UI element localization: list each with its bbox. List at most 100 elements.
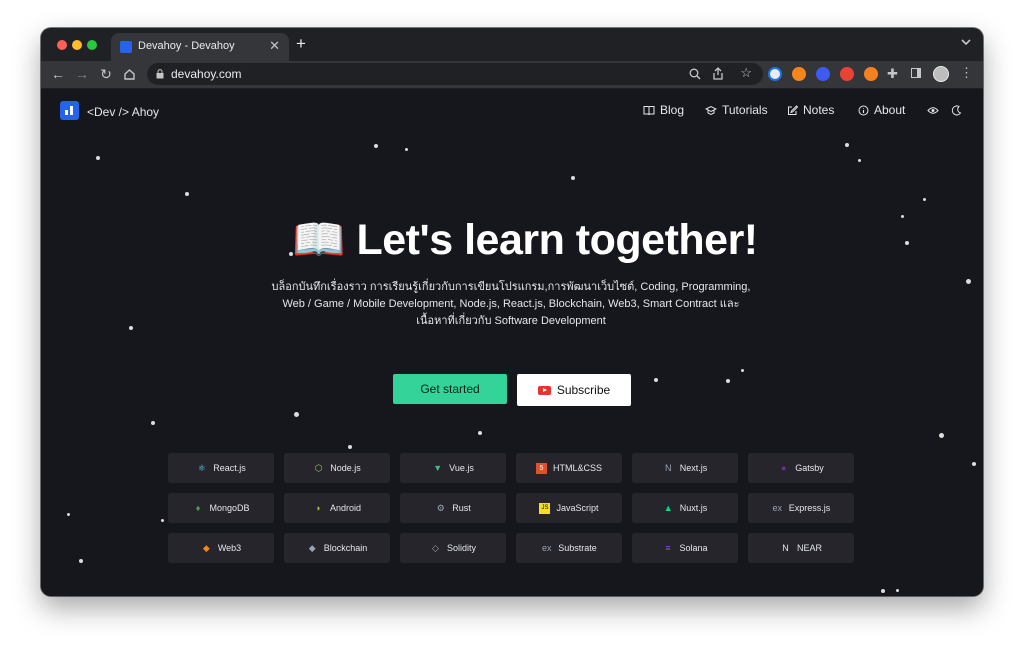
subscribe-button[interactable]: Subscribe [517,374,631,406]
moon-icon[interactable] [951,105,962,116]
eye-icon[interactable] [927,106,939,115]
tech-card-blockchain[interactable]: ◆ Blockchain [284,533,390,563]
tech-card-label: Vue.js [449,463,474,473]
home-icon[interactable] [123,68,136,81]
tab-strip: Devahoy - Devahoy ✕ + [41,28,983,61]
site-logo-text[interactable]: <Dev /> Ahoy [87,105,159,119]
tab-search-chevron-icon[interactable] [961,38,971,46]
tech-card-web3[interactable]: ◆ Web3 [168,533,274,563]
tech-card-rust[interactable]: ⚙ Rust [400,493,506,523]
express-icon: ex [772,502,782,513]
tech-card-label: Web3 [217,543,242,553]
graduation-cap-icon [705,105,717,115]
nav-tutorials-label: Tutorials [722,103,768,117]
tab-close-icon[interactable]: ✕ [269,38,280,54]
star-dot [185,192,189,196]
rust-icon: ⚙ [436,502,445,513]
nav-notes[interactable]: Notes [787,103,834,117]
browser-menu-icon[interactable]: ⋮ [960,65,973,81]
metamask-extension-icon[interactable] [792,67,806,81]
get-started-button[interactable]: Get started [393,374,507,404]
tech-card-gatsby[interactable]: ● Gatsby [748,453,854,483]
extensions-puzzle-icon[interactable]: ✚ [887,66,898,82]
share-icon[interactable] [712,67,724,80]
back-arrow-icon[interactable]: ← [48,64,68,84]
star-dot [151,421,155,425]
tech-card-solana[interactable]: ≡ Solana [632,533,738,563]
tech-card-near[interactable]: N NEAR [748,533,854,563]
address-bar[interactable]: devahoy.com ☆ [147,63,763,85]
hero-description: บล็อกบันทึกเรื่องราว การเรียนรู้เกี่ยวกั… [271,279,751,330]
close-window-button[interactable] [57,40,67,50]
star-dot [923,198,926,201]
star-dot [478,431,482,435]
tech-card-express-js[interactable]: ex Express.js [748,493,854,523]
nextjs-icon: N [664,462,672,473]
browser-tab[interactable]: Devahoy - Devahoy ✕ [111,33,289,61]
bookmark-star-icon[interactable]: ☆ [740,65,752,81]
nav-tutorials[interactable]: Tutorials [705,103,768,117]
tech-card-label: Substrate [558,543,597,553]
tech-card-label: Solidity [446,543,476,553]
tech-card-javascript[interactable]: JS JavaScript [516,493,622,523]
subscribe-label: Subscribe [556,383,611,397]
star-dot [845,143,849,147]
browser-window: Devahoy - Devahoy ✕ + ← → ↻ devahoy.com … [41,28,983,596]
html5-icon: 5 [535,462,547,474]
nav-blog-label: Blog [660,103,685,117]
tech-card-vue-js[interactable]: ▼ Vue.js [400,453,506,483]
youtube-icon [537,385,551,395]
web-page: <Dev /> Ahoy Blog Tutorials Notes About … [41,89,983,596]
reload-icon[interactable]: ↻ [96,64,116,84]
extension-shield-icon[interactable] [840,67,854,81]
tech-card-mongodb[interactable]: ♦ MongoDB [168,493,274,523]
site-logo-icon[interactable] [60,101,79,120]
side-panel-icon[interactable] [911,68,921,78]
hero-title: Let's learn together! [356,216,759,264]
star-dot [972,462,976,466]
tech-card-react-js[interactable]: ⚛ React.js [168,453,274,483]
forward-arrow-icon[interactable]: → [72,64,92,84]
android-icon: ◗ [315,502,322,513]
tech-card-android[interactable]: ◗ Android [284,493,390,523]
toolbar: ← → ↻ devahoy.com ☆ ✚ ⋮ [41,61,983,89]
zoom-icon[interactable] [689,68,701,80]
star-dot [405,148,408,151]
star-dot [79,559,83,563]
tech-card-node-js[interactable]: ⬡ Node.js [284,453,390,483]
star-dot [294,412,299,417]
tech-card-label: Gatsby [795,463,824,473]
nav-blog[interactable]: Blog [643,103,684,117]
tech-card-next-js[interactable]: N Next.js [632,453,738,483]
tech-card-nuxt-js[interactable]: ▲ Nuxt.js [632,493,738,523]
tech-card-label: Next.js [679,463,708,473]
tech-card-substrate[interactable]: ex Substrate [516,533,622,563]
tech-card-solidity[interactable]: ◇ Solidity [400,533,506,563]
info-circle-icon [858,105,869,115]
star-dot [901,215,904,218]
star-dot [939,433,944,438]
tech-card-label: MongoDB [209,503,250,513]
tech-card-label: Nuxt.js [679,503,708,513]
pencil-square-icon [788,104,798,115]
mongodb-icon: ♦ [195,502,201,513]
minimize-window-button[interactable] [72,40,82,50]
star-dot [374,144,378,148]
profile-avatar[interactable] [933,66,949,82]
password-manager-extension-icon[interactable] [768,67,782,81]
star-dot [726,379,730,383]
star-dot [905,241,909,245]
solana-icon: ≡ [665,542,671,553]
star-dot [741,369,744,372]
site-favicon-icon [120,41,132,53]
extension-blue-icon[interactable] [816,67,830,81]
star-dot [896,589,899,592]
extension-orange-icon[interactable] [864,67,878,81]
lock-icon [156,69,164,79]
substrate-icon: ex [541,542,552,553]
nav-about[interactable]: About [858,103,905,117]
tech-card-html-css[interactable]: 5 HTML&CSS [516,453,622,483]
tech-card-label: NEAR [796,543,822,553]
new-tab-icon[interactable]: + [296,35,306,52]
maximize-window-button[interactable] [87,40,97,50]
